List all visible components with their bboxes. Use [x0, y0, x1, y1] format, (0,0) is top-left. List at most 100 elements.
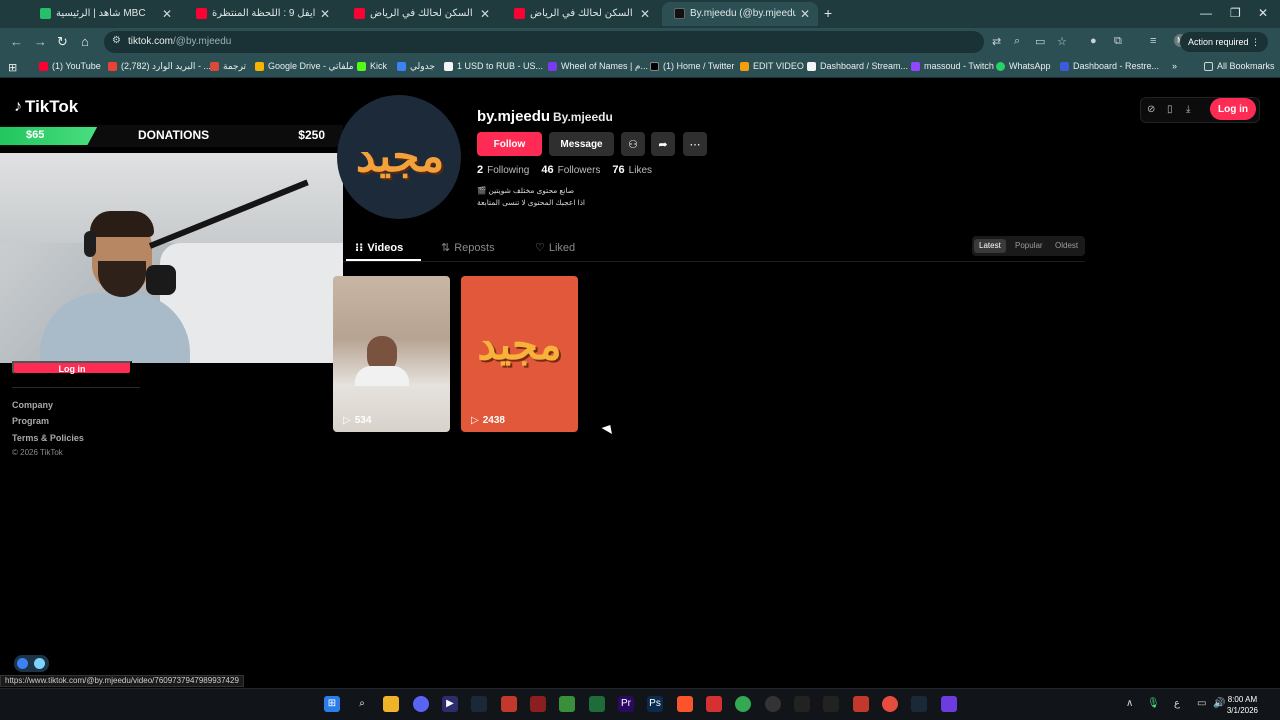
- language-indicator[interactable]: ع: [1174, 698, 1180, 709]
- action-required-button[interactable]: Action required ⋮: [1179, 32, 1268, 52]
- browser-tab-tiktok[interactable]: By.mjeedu (@by.mjeedu) | TikTok ✕: [662, 2, 818, 26]
- steam-icon[interactable]: [471, 696, 487, 712]
- close-icon[interactable]: ✕: [800, 7, 810, 21]
- home-icon[interactable]: ⌂: [81, 34, 89, 49]
- close-icon[interactable]: ✕: [162, 7, 172, 21]
- app-icon[interactable]: [530, 696, 546, 712]
- volume-icon[interactable]: 🔊: [1213, 698, 1225, 709]
- more-options-icon[interactable]: ⋯: [683, 132, 707, 156]
- zoom-icon[interactable]: ⌕: [1014, 35, 1020, 48]
- premiere-icon[interactable]: Pr: [618, 696, 634, 712]
- puzzle-icon[interactable]: ⧉: [1114, 35, 1122, 48]
- forward-icon[interactable]: →: [34, 34, 47, 49]
- new-tab-button[interactable]: +: [824, 5, 832, 21]
- search-icon[interactable]: ⌕: [354, 696, 370, 712]
- discord-icon[interactable]: [413, 696, 429, 712]
- bookmark-schedule[interactable]: جدولي: [397, 61, 435, 72]
- webcam-wall: [0, 153, 343, 243]
- footer-link-terms[interactable]: Terms & Policies: [12, 433, 84, 443]
- reload-icon[interactable]: ↻: [57, 34, 68, 50]
- photoshop-icon[interactable]: Ps: [647, 696, 663, 712]
- network-icon[interactable]: ▭: [1197, 698, 1206, 709]
- app-icon[interactable]: [853, 696, 869, 712]
- share-icon[interactable]: ➦: [651, 132, 675, 156]
- following-stat[interactable]: 2 Following: [477, 164, 529, 176]
- close-icon[interactable]: ✕: [320, 7, 330, 21]
- follow-button[interactable]: Follow: [477, 132, 542, 156]
- app-icon[interactable]: [559, 696, 575, 712]
- windows-start-icon[interactable]: ⊞: [324, 696, 340, 712]
- cast-icon[interactable]: ▭: [1035, 35, 1045, 48]
- media-player-icon[interactable]: ▶: [442, 696, 458, 712]
- obs-icon[interactable]: [823, 696, 839, 712]
- close-icon[interactable]: ✕: [640, 7, 650, 21]
- video-card[interactable]: ▷ 534: [333, 276, 450, 432]
- steam-icon[interactable]: [911, 696, 927, 712]
- app-icon[interactable]: [882, 696, 898, 712]
- sort-latest[interactable]: Latest: [974, 239, 1006, 253]
- compass-icon[interactable]: ⊘: [1147, 104, 1155, 115]
- app-icon[interactable]: [706, 696, 722, 712]
- floating-widget[interactable]: [14, 655, 49, 672]
- app-icon[interactable]: [765, 696, 781, 712]
- sidebar-login-button[interactable]: Log in: [12, 361, 132, 375]
- microphone-tray-icon[interactable]: 🎙: [1147, 698, 1160, 709]
- video-card[interactable]: مجيد ▷ 2438: [461, 276, 578, 432]
- download-icon[interactable]: ⤓: [1186, 104, 1190, 115]
- close-window-icon[interactable]: ✕: [1258, 6, 1268, 20]
- message-button[interactable]: Message: [549, 132, 614, 156]
- footer-link-program[interactable]: Program: [12, 416, 49, 426]
- tab-reposts[interactable]: ⇅ Reposts: [441, 241, 495, 255]
- bookmark-edit-video[interactable]: EDIT VIDEO: [740, 61, 804, 71]
- translate-icon[interactable]: ⇄: [992, 35, 1001, 48]
- capcut-icon[interactable]: [794, 696, 810, 712]
- media-icon[interactable]: ≡: [1150, 35, 1156, 47]
- footer-link-company[interactable]: Company: [12, 400, 53, 410]
- sort-oldest[interactable]: Oldest: [1050, 239, 1083, 253]
- brave-icon[interactable]: [677, 696, 693, 712]
- apps-icon[interactable]: ⊞: [8, 61, 17, 74]
- excel-icon[interactable]: [589, 696, 605, 712]
- add-friend-icon[interactable]: ⚇: [621, 132, 645, 156]
- sort-popular[interactable]: Popular: [1010, 239, 1048, 253]
- all-bookmarks[interactable]: All Bookmarks: [1204, 61, 1275, 71]
- header-login-button[interactable]: Log in: [1210, 98, 1256, 120]
- bookmark-twitter[interactable]: (1) Home / Twitter: [650, 61, 734, 71]
- bookmark-dashboard-stream[interactable]: Dashboard / Stream...: [807, 61, 908, 71]
- tiktok-logo[interactable]: ♪ TikTok: [14, 97, 78, 117]
- tab-liked[interactable]: ♡ Liked: [535, 241, 575, 255]
- bookmark-whatsapp[interactable]: WhatsApp: [996, 61, 1051, 71]
- app-icon[interactable]: [941, 696, 957, 712]
- maximize-icon[interactable]: ❐: [1230, 6, 1241, 20]
- app-icon[interactable]: [501, 696, 517, 712]
- bookmark-usd-rub[interactable]: 1 USD to RUB - US...: [444, 61, 543, 71]
- device-icon[interactable]: ▯: [1167, 104, 1173, 115]
- browser-tab-mbc[interactable]: شاهد | الرئيسية MBC ✕: [28, 2, 180, 26]
- bookmark-twitch[interactable]: massoud - Twitch: [911, 61, 994, 71]
- more-bookmarks-icon[interactable]: »: [1172, 61, 1177, 71]
- bookmark-star-icon[interactable]: ☆: [1057, 35, 1067, 48]
- browser-tab-riyadh-2[interactable]: كم يكلف السكن لحالك في الرياض ✕: [502, 2, 658, 26]
- browser-tab-riyadh-1[interactable]: كم يكلف السكن لحالك في الرياض ✕: [342, 2, 498, 26]
- file-explorer-icon[interactable]: [383, 696, 399, 712]
- bookmark-restream[interactable]: Dashboard - Restre...: [1060, 61, 1159, 71]
- followers-stat[interactable]: 46 Followers: [541, 164, 600, 176]
- tab-videos[interactable]: ⁝⁝ Videos: [355, 241, 403, 255]
- minimize-icon[interactable]: —: [1200, 6, 1212, 20]
- bookmark-translate[interactable]: ترجمة: [210, 61, 246, 72]
- site-info-icon[interactable]: ⚙: [112, 35, 121, 46]
- chrome-icon[interactable]: [735, 696, 751, 712]
- bookmark-gmail[interactable]: (2,782) البريد الوارد - ...: [108, 61, 211, 72]
- tray-chevron-icon[interactable]: ∧: [1126, 698, 1133, 709]
- bookmark-drive[interactable]: Google Drive - ملفاتي: [255, 61, 354, 72]
- extension-icon[interactable]: ●: [1090, 35, 1097, 47]
- address-bar[interactable]: ⚙ tiktok.com/@by.mjeedu: [104, 31, 984, 53]
- bookmark-kick[interactable]: Kick: [357, 61, 387, 71]
- system-clock[interactable]: 8:00 AM 3/1/2026: [1227, 694, 1258, 716]
- bookmark-youtube[interactable]: (1) YouTube: [39, 61, 101, 71]
- back-icon[interactable]: ←: [10, 34, 23, 49]
- browser-tab-resident-evil[interactable]: ريزدنت ايفل 9 : اللحظة المنتظرة ✕: [184, 2, 338, 26]
- close-icon[interactable]: ✕: [480, 7, 490, 21]
- profile-avatar[interactable]: مجيد: [337, 95, 461, 219]
- bookmark-wheel[interactable]: Wheel of Names | م...: [548, 61, 648, 72]
